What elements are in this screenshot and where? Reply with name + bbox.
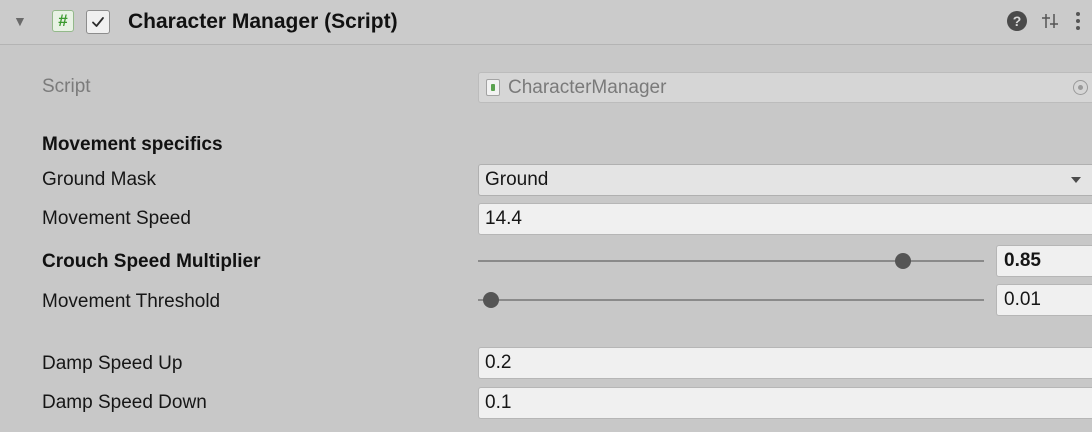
movement-speed-field[interactable]: 14.4: [478, 203, 1092, 235]
section-header: Movement specifics: [42, 134, 223, 155]
crouch-speed-slider-thumb[interactable]: [894, 253, 911, 269]
movement-threshold-slider-track[interactable]: [478, 299, 984, 301]
dropdown-arrow-icon: [1071, 177, 1081, 183]
crouch-speed-multiplier-label: Crouch Speed Multiplier: [42, 251, 261, 272]
damp-speed-down-value: 0.1: [485, 392, 512, 413]
damp-speed-down-label: Damp Speed Down: [42, 392, 207, 413]
movement-threshold-slider-thumb[interactable]: [482, 292, 499, 308]
component-title: Character Manager (Script): [128, 10, 398, 33]
movement-threshold-field[interactable]: 0.01: [996, 284, 1092, 316]
help-icon[interactable]: ?: [1007, 11, 1027, 31]
ground-mask-value: Ground: [485, 169, 549, 190]
preset-sliders-icon[interactable]: [1040, 11, 1060, 36]
ground-mask-dropdown[interactable]: Ground: [478, 164, 1092, 196]
movement-threshold-label: Movement Threshold: [42, 291, 221, 312]
cs-script-file-icon: [486, 79, 500, 96]
damp-speed-up-label: Damp Speed Up: [42, 353, 183, 374]
movement-threshold-value: 0.01: [1004, 289, 1041, 310]
ground-mask-label: Ground Mask: [42, 169, 157, 190]
movement-speed-value: 14.4: [485, 208, 522, 229]
damp-speed-down-field[interactable]: 0.1: [478, 387, 1092, 419]
component-header[interactable]: ▼ # Character Manager (Script) ?: [0, 0, 1092, 45]
foldout-arrow-icon[interactable]: ▼: [13, 13, 27, 29]
inspector-component: ▼ # Character Manager (Script) ? Script …: [0, 0, 1092, 432]
checkmark-icon: [92, 17, 104, 27]
damp-speed-up-value: 0.2: [485, 352, 512, 373]
damp-speed-up-field[interactable]: 0.2: [478, 347, 1092, 379]
movement-speed-label: Movement Speed: [42, 208, 191, 229]
crouch-speed-multiplier-value: 0.85: [1004, 250, 1041, 271]
script-component-icon: #: [52, 10, 74, 32]
object-picker-icon[interactable]: [1073, 80, 1088, 95]
crouch-speed-multiplier-field[interactable]: 0.85: [996, 245, 1092, 277]
script-object-field[interactable]: CharacterManager: [478, 72, 1092, 103]
script-object-value: CharacterManager: [508, 77, 667, 98]
kebab-menu-icon[interactable]: [1074, 10, 1082, 37]
script-label: Script: [42, 76, 91, 97]
component-enabled-checkbox[interactable]: [86, 10, 110, 34]
